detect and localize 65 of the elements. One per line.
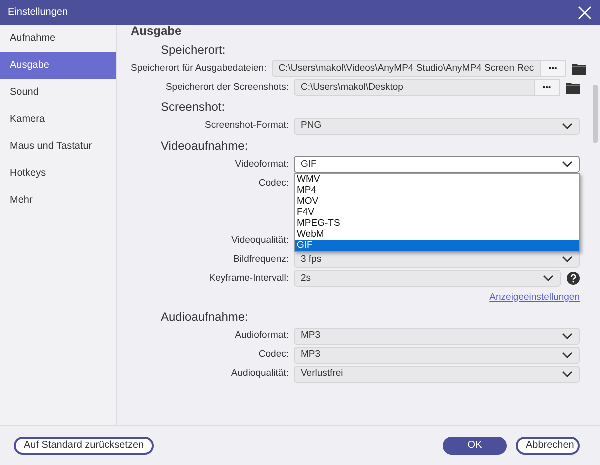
sidebar-item[interactable]: Hotkeys bbox=[0, 160, 116, 187]
settings-link[interactable]: Anzeigeeinstellungen bbox=[490, 290, 580, 305]
chevron-icon bbox=[562, 161, 573, 168]
dropdown-option[interactable]: WebM bbox=[295, 229, 579, 240]
reset-button[interactable]: Auf Standard zurücksetzen bbox=[14, 436, 154, 454]
sidebar-item[interactable]: Ausgabe bbox=[0, 52, 116, 79]
sidebar-item[interactable]: Kamera bbox=[0, 106, 116, 133]
dropdown-option[interactable]: GIF bbox=[295, 240, 579, 252]
section-heading: Screenshot: bbox=[161, 100, 226, 115]
section-heading: Audioaufnahme: bbox=[161, 310, 248, 325]
dropdown-option[interactable]: MOV bbox=[295, 196, 579, 208]
dropdown-field[interactable]: MP3 bbox=[294, 328, 580, 345]
chevron-icon bbox=[543, 275, 554, 282]
field-label: Videoformat: bbox=[234, 158, 289, 172]
field-label: Videoqualität: bbox=[230, 234, 289, 248]
chevron-icon bbox=[562, 332, 573, 340]
dropdown-value: MP3 bbox=[301, 328, 321, 343]
dropdown-field[interactable]: 3 fps bbox=[294, 251, 580, 268]
sidebar-item[interactable]: Sound bbox=[0, 79, 116, 106]
scrollbar-thumb[interactable] bbox=[593, 85, 598, 143]
field-label: Speicherort der Screenshots: bbox=[164, 80, 289, 95]
folder-icon[interactable] bbox=[566, 82, 580, 94]
field-label: Audioqualität: bbox=[230, 366, 289, 381]
dropdown-option[interactable]: WMV bbox=[295, 174, 579, 186]
dropdown-option[interactable]: F4V bbox=[295, 207, 579, 218]
chevron-icon bbox=[562, 352, 573, 359]
dropdown-field[interactable]: GIF bbox=[294, 156, 580, 174]
sidebar-item[interactable]: Aufnahme bbox=[0, 25, 116, 52]
dropdown-field[interactable]: PNG bbox=[294, 118, 580, 135]
dropdown-value: 2s bbox=[301, 272, 312, 286]
path-field[interactable]: C:\Users\makol\Videos\AnyMP4 Studio\AnyMP4 Screen Rec bbox=[272, 60, 540, 78]
field-label: Keyframe-Intervall: bbox=[208, 272, 289, 286]
chevron-icon bbox=[562, 256, 573, 264]
field-label: Screenshot-Format: bbox=[204, 119, 289, 134]
dropdown-value: 3 fps bbox=[301, 252, 322, 267]
path-field[interactable]: C:\Users\makol\Desktop bbox=[294, 79, 534, 96]
section-heading: Speicherort: bbox=[161, 43, 226, 58]
dropdown-field[interactable]: 2s bbox=[294, 270, 561, 288]
chevron-icon bbox=[562, 370, 573, 378]
cancel-button[interactable]: Abbrechen bbox=[516, 436, 580, 454]
section-heading: Videoaufnahme: bbox=[161, 138, 248, 154]
sidebar-item[interactable]: Mehr bbox=[0, 187, 116, 214]
dropdown-field[interactable]: Verlustfrei bbox=[294, 366, 580, 383]
page-heading: Ausgabe bbox=[131, 25, 182, 37]
browse-button[interactable]: ••• bbox=[540, 60, 566, 78]
field-label: Speicherort für Ausgabedateien: bbox=[131, 62, 267, 76]
field-label: Bildfrequenz: bbox=[232, 252, 289, 267]
folder-icon[interactable] bbox=[572, 62, 586, 75]
browse-button[interactable]: ••• bbox=[534, 79, 560, 96]
chevron-icon bbox=[562, 122, 573, 130]
dropdown-option[interactable]: MP4 bbox=[295, 185, 579, 196]
dropdown-value: MP3 bbox=[301, 348, 321, 362]
field-label: Codec: bbox=[258, 348, 289, 362]
sidebar-item[interactable]: Maus und Tastatur bbox=[0, 133, 116, 160]
dropdown-option[interactable]: MPEG-TS bbox=[295, 218, 579, 230]
ok-button[interactable]: OK bbox=[443, 436, 507, 454]
dropdown-field[interactable]: MP3 bbox=[294, 346, 580, 364]
field-label: Codec: bbox=[258, 176, 289, 191]
dropdown-value: Verlustfrei bbox=[301, 366, 344, 381]
dropdown-value: GIF bbox=[301, 158, 317, 172]
help-icon[interactable] bbox=[567, 272, 580, 286]
dropdown-value: PNG bbox=[301, 119, 322, 134]
field-label: Audioformat: bbox=[234, 328, 289, 343]
close-icon[interactable] bbox=[578, 6, 592, 20]
window-title: Einstellungen bbox=[8, 6, 68, 20]
